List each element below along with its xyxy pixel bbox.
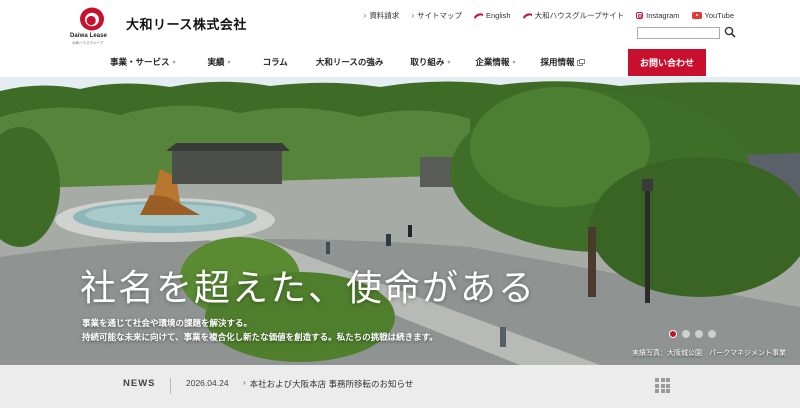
caret-down-icon: ▾: [512, 59, 516, 66]
hero-headline: 社名を超えた、使命がある: [80, 268, 537, 309]
slider-dot[interactable]: [695, 330, 703, 338]
logo-mark-icon: [80, 7, 104, 31]
nav-item-label: コラム: [262, 57, 288, 67]
hero-photo-caption: 実績写真：大阪城公園 パークマネジメント事業: [632, 350, 786, 357]
nav-item-label: 取り組み: [410, 57, 445, 67]
news-divider: [170, 378, 171, 394]
hero-description: 事業を通じて社会や環境の課題を解決する。 持続可能な未来に向けて、事業を複合化し…: [82, 316, 438, 344]
search-icon[interactable]: [724, 26, 736, 38]
nav-item-results[interactable]: 実績 ▾: [208, 56, 231, 68]
company-name: 大和リース株式会社: [126, 17, 247, 32]
util-link-youtube[interactable]: YouTube: [691, 10, 734, 21]
hero-description-line: 持続可能な未来に向けて、事業を複合化し新たな価値を創造する。私たちの挑戦は続きま…: [82, 332, 438, 342]
news-bar: NEWS 2026.04.24 › 本社および大阪本店 事務所移転のお知らせ: [0, 365, 800, 408]
chevron-right-icon: ›: [243, 378, 246, 387]
util-link-english[interactable]: English: [473, 10, 511, 21]
slider-pagination: [669, 330, 716, 338]
caret-down-icon: ▾: [172, 59, 176, 66]
slider-dot-active[interactable]: [669, 330, 677, 338]
youtube-icon: [691, 12, 702, 19]
news-label: NEWS: [123, 378, 156, 389]
daiwa-logo-icon: [522, 13, 532, 19]
util-link-label: 資料請求: [369, 11, 400, 20]
nav-item-business-services[interactable]: 事業・サービス ▾: [110, 56, 176, 68]
utility-links: › 資料請求 › サイトマップ English 大和ハウスグループサイト Ins…: [364, 10, 734, 21]
util-link-label: サイトマップ: [416, 11, 462, 20]
nav-item-company-info[interactable]: 企業情報 ▾: [475, 56, 515, 68]
global-nav: 事業・サービス ▾ 実績 ▾ コラム 大和リースの強み 取り組み ▾ 企業情報 …: [100, 48, 586, 76]
news-date: 2026.04.24: [186, 378, 229, 388]
util-link-instagram[interactable]: Instagram: [636, 10, 680, 21]
news-item-title: 本社および大阪本店 事務所移転のお知らせ: [249, 379, 414, 389]
external-link-icon: [577, 58, 586, 66]
util-link-label: 大和ハウスグループサイト: [534, 11, 625, 20]
daiwa-lease-logo[interactable]: Daiwa Lease 大和ハウスグループ: [70, 6, 120, 48]
instagram-icon: [636, 12, 644, 19]
logo-subtext: 大和ハウスグループ: [72, 41, 104, 45]
util-link-group-site[interactable]: 大和ハウスグループサイト: [522, 10, 625, 21]
caret-down-icon: ▾: [447, 59, 451, 66]
news-item-link[interactable]: › 本社および大阪本店 事務所移転のお知らせ: [243, 378, 413, 390]
nav-item-label: 実績: [207, 57, 225, 67]
nav-item-label: 大和リースの強み: [315, 57, 384, 67]
nav-item-label: 企業情報: [475, 57, 510, 67]
nav-item-initiatives[interactable]: 取り組み ▾: [410, 56, 450, 68]
chevron-right-icon: ›: [411, 11, 414, 20]
util-link-label: English: [485, 11, 511, 20]
caret-down-icon: ▾: [227, 59, 231, 66]
daiwa-logo-icon: [473, 13, 483, 19]
search-input[interactable]: [637, 27, 720, 39]
util-link-label: YouTube: [704, 11, 734, 20]
util-link-label: Instagram: [646, 11, 680, 20]
nav-item-column[interactable]: コラム: [263, 56, 288, 68]
slider-dot[interactable]: [682, 330, 690, 338]
nav-item-label: 採用情報: [540, 57, 575, 67]
hero-description-line: 事業を通じて社会や環境の課題を解決する。: [82, 318, 253, 328]
news-list-grid-icon[interactable]: [655, 378, 670, 393]
site-header: Daiwa Lease 大和ハウスグループ 大和リース株式会社 › 資料請求 ›…: [0, 0, 800, 77]
nav-item-label: 事業・サービス: [110, 57, 170, 67]
nav-item-strengths[interactable]: 大和リースの強み: [316, 56, 384, 68]
chevron-right-icon: ›: [363, 11, 367, 20]
util-link-sitemap[interactable]: › サイトマップ: [411, 10, 462, 21]
slider-dot[interactable]: [708, 330, 716, 338]
logo-text: Daiwa Lease: [70, 33, 108, 39]
contact-button[interactable]: お問い合わせ: [628, 49, 706, 76]
nav-item-recruit[interactable]: 採用情報: [540, 56, 586, 68]
util-link-document-request[interactable]: › 資料請求: [364, 10, 400, 21]
hero-slider: 社名を超えた、使命がある 事業を通じて社会や環境の課題を解決する。 持続可能な未…: [0, 77, 800, 365]
